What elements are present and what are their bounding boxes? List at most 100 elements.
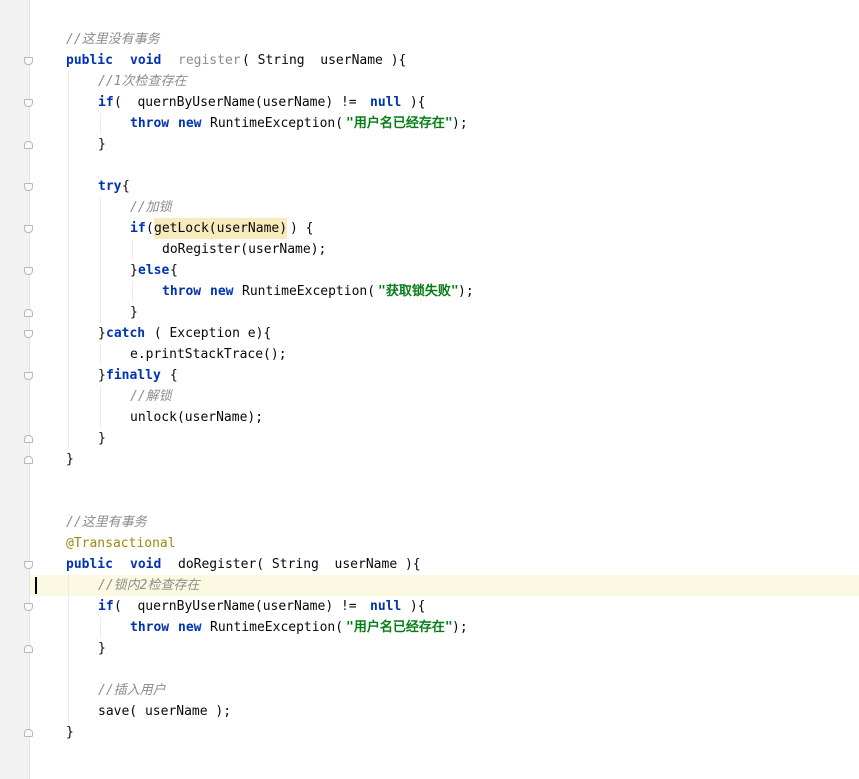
code-text: doRegister(userName);: [162, 242, 327, 257]
code-line[interactable]: }: [0, 428, 859, 449]
keyword: void: [130, 557, 162, 572]
code-line[interactable]: }: [0, 134, 859, 155]
fold-marker-icon[interactable]: [24, 645, 33, 653]
keyword: catch: [106, 326, 146, 341]
code-text: ){: [402, 95, 426, 110]
fold-marker-icon[interactable]: [24, 330, 33, 338]
keyword: new: [210, 284, 234, 299]
comment: //解锁: [130, 389, 172, 404]
fold-marker-icon[interactable]: [24, 183, 33, 191]
code-text: {: [162, 368, 178, 383]
string-literal: "用户名已经存在": [346, 620, 453, 635]
fold-marker-icon[interactable]: [24, 57, 33, 65]
comment: //这里没有事务: [66, 32, 160, 47]
keyword: finally: [106, 368, 161, 383]
code-line[interactable]: //锁内2检查存在: [0, 575, 859, 596]
keyword: public: [66, 557, 113, 572]
code-text: }: [130, 305, 138, 320]
code-line[interactable]: //插入用户: [0, 680, 859, 701]
fold-marker-icon[interactable]: [24, 267, 33, 275]
code-text: }: [66, 452, 74, 467]
code-line[interactable]: if ( getLock(userName) ) {: [0, 218, 859, 239]
code-line[interactable]: @Transactional: [0, 533, 859, 554]
code-line[interactable]: public void doRegister( String userName …: [0, 554, 859, 575]
code-line[interactable]: //解锁: [0, 386, 859, 407]
code-text: save( userName );: [98, 704, 232, 719]
code-text: }: [98, 137, 106, 152]
fold-marker-icon[interactable]: [24, 225, 33, 233]
code-text: );: [452, 620, 468, 635]
keyword: if: [130, 221, 146, 236]
code-text: {: [170, 263, 178, 278]
code-line[interactable]: //加锁: [0, 197, 859, 218]
code-text: }: [98, 431, 106, 446]
code-line[interactable]: } finally {: [0, 365, 859, 386]
code-text: ( Exception e){: [146, 326, 272, 341]
keyword: try: [98, 179, 122, 194]
comment: //1次检查存在: [98, 74, 187, 89]
code-text: ( String userName ){: [242, 53, 407, 68]
keyword: new: [178, 620, 202, 635]
fold-marker-icon[interactable]: [24, 561, 33, 569]
annotation: @Transactional: [66, 536, 176, 551]
code-editor[interactable]: //这里没有事务 public void register ( String u…: [0, 0, 859, 779]
code-text: }: [98, 326, 106, 341]
code-text: {: [122, 179, 130, 194]
code-text: );: [458, 284, 474, 299]
code-line[interactable]: try {: [0, 176, 859, 197]
text-caret: [35, 577, 37, 594]
string-literal: "用户名已经存在": [346, 116, 453, 131]
code-line[interactable]: throw new RuntimeException( "用户名已经存在" );: [0, 113, 859, 134]
fold-marker-icon[interactable]: [24, 141, 33, 149]
code-line[interactable]: if ( quernByUserName(userName) != null )…: [0, 92, 859, 113]
code-text: (: [146, 221, 154, 236]
keyword: throw: [130, 620, 170, 635]
code-line[interactable]: //这里有事务: [0, 512, 859, 533]
keyword: else: [138, 263, 170, 278]
fold-marker-icon[interactable]: [24, 456, 33, 464]
code-text: e.printStackTrace();: [130, 347, 287, 362]
code-text: );: [452, 116, 468, 131]
code-line[interactable]: save( userName );: [0, 701, 859, 722]
code-line[interactable]: }: [0, 302, 859, 323]
code-line[interactable]: } else {: [0, 260, 859, 281]
code-line[interactable]: }: [0, 638, 859, 659]
code-line[interactable]: public void register ( String userName )…: [0, 50, 859, 71]
code-text: ( quernByUserName(userName) !=: [114, 95, 365, 110]
code-line[interactable]: throw new RuntimeException( "用户名已经存在" );: [0, 617, 859, 638]
keyword: throw: [162, 284, 202, 299]
fold-marker-icon[interactable]: [24, 603, 33, 611]
fold-marker-icon[interactable]: [24, 99, 33, 107]
code-text: }: [130, 263, 138, 278]
code-line[interactable]: //1次检查存在: [0, 71, 859, 92]
keyword: public: [66, 53, 113, 68]
code-text: }: [66, 725, 74, 740]
code-text: doRegister( String userName ){: [178, 557, 421, 572]
fold-marker-icon[interactable]: [24, 309, 33, 317]
code-text: }: [98, 368, 106, 383]
keyword: throw: [130, 116, 170, 131]
code-line[interactable]: if ( quernByUserName(userName) != null )…: [0, 596, 859, 617]
code-text: RuntimeException(: [210, 116, 344, 131]
fold-marker-icon[interactable]: [24, 729, 33, 737]
code-line[interactable]: }: [0, 449, 859, 470]
code-text: ) {: [290, 221, 314, 236]
fold-marker-icon[interactable]: [24, 372, 33, 380]
string-literal: "获取锁失败": [378, 284, 459, 299]
code-text: }: [98, 641, 106, 656]
comment: //加锁: [130, 200, 172, 215]
fold-marker-icon[interactable]: [24, 435, 33, 443]
code-text: RuntimeException(: [242, 284, 376, 299]
comment: //这里有事务: [66, 515, 147, 530]
keyword: null: [370, 95, 402, 110]
code-line[interactable]: } catch ( Exception e){: [0, 323, 859, 344]
code-line[interactable]: //这里没有事务: [0, 29, 859, 50]
keyword: if: [98, 95, 114, 110]
code-line[interactable]: throw new RuntimeException( "获取锁失败" );: [0, 281, 859, 302]
code-line[interactable]: e.printStackTrace();: [0, 344, 859, 365]
code-line[interactable]: }: [0, 722, 859, 743]
code-text: unlock(userName);: [130, 410, 264, 425]
code-line[interactable]: doRegister(userName);: [0, 239, 859, 260]
keyword: void: [130, 53, 162, 68]
code-line[interactable]: unlock(userName);: [0, 407, 859, 428]
